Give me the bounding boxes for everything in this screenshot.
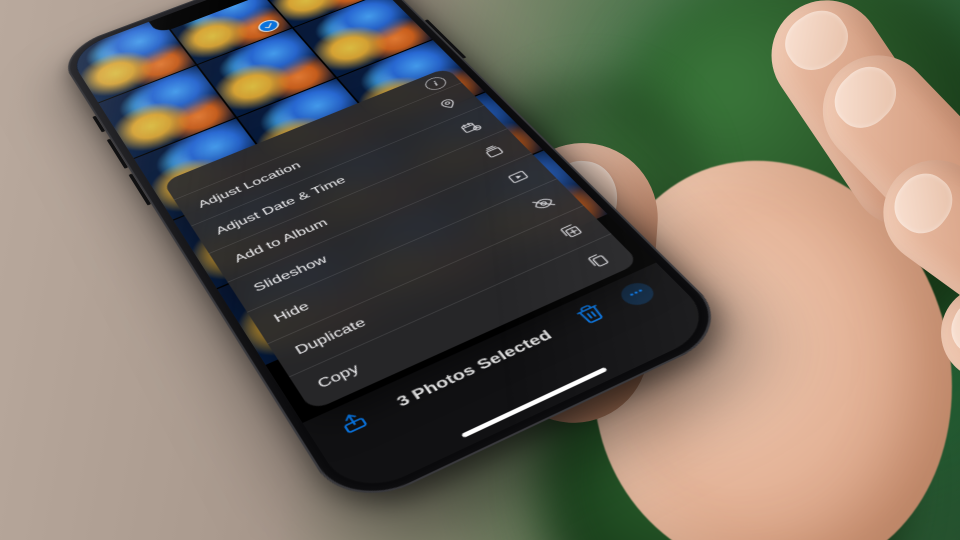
- home-indicator[interactable]: [461, 367, 608, 438]
- photo-grid: [66, 0, 656, 423]
- trash-button[interactable]: [568, 298, 616, 331]
- menu-item-label: Duplicate: [293, 316, 369, 358]
- map-pin-icon: [434, 95, 463, 113]
- more-button[interactable]: [615, 279, 659, 309]
- menu-item-label: Slideshow: [251, 254, 330, 295]
- menu-item-duplicate[interactable]: Duplicate: [268, 205, 611, 376]
- eye-slash-icon: [528, 193, 560, 214]
- rectangle-stack-icon: [479, 142, 509, 161]
- screen: i Adjust Location Adjust Date & Time: [66, 0, 721, 501]
- selection-count-label: 3 Photos Selected: [365, 315, 583, 424]
- menu-item-hide[interactable]: Hide: [247, 179, 583, 344]
- doc-on-doc-icon: [581, 249, 615, 272]
- ellipsis-icon: [622, 283, 654, 306]
- selected-checkmark-icon: [255, 18, 282, 35]
- bottom-toolbar: 3 Photos Selected: [303, 263, 722, 501]
- phone: i Adjust Location Adjust Date & Time: [56, 0, 738, 514]
- menu-item-label: Add to Album: [232, 217, 330, 266]
- share-button[interactable]: [331, 405, 378, 442]
- share-icon: [334, 407, 374, 440]
- plus-square-on-square-icon: [554, 220, 587, 242]
- menu-item-copy[interactable]: Copy: [289, 233, 640, 411]
- menu-item-label: Copy: [315, 362, 363, 392]
- scene: i Adjust Location Adjust Date & Time: [0, 0, 960, 540]
- info-icon: i: [431, 79, 441, 87]
- menu-item-label: Hide: [272, 300, 313, 326]
- calendar-clock-icon: [456, 118, 485, 137]
- trash-icon: [571, 300, 612, 330]
